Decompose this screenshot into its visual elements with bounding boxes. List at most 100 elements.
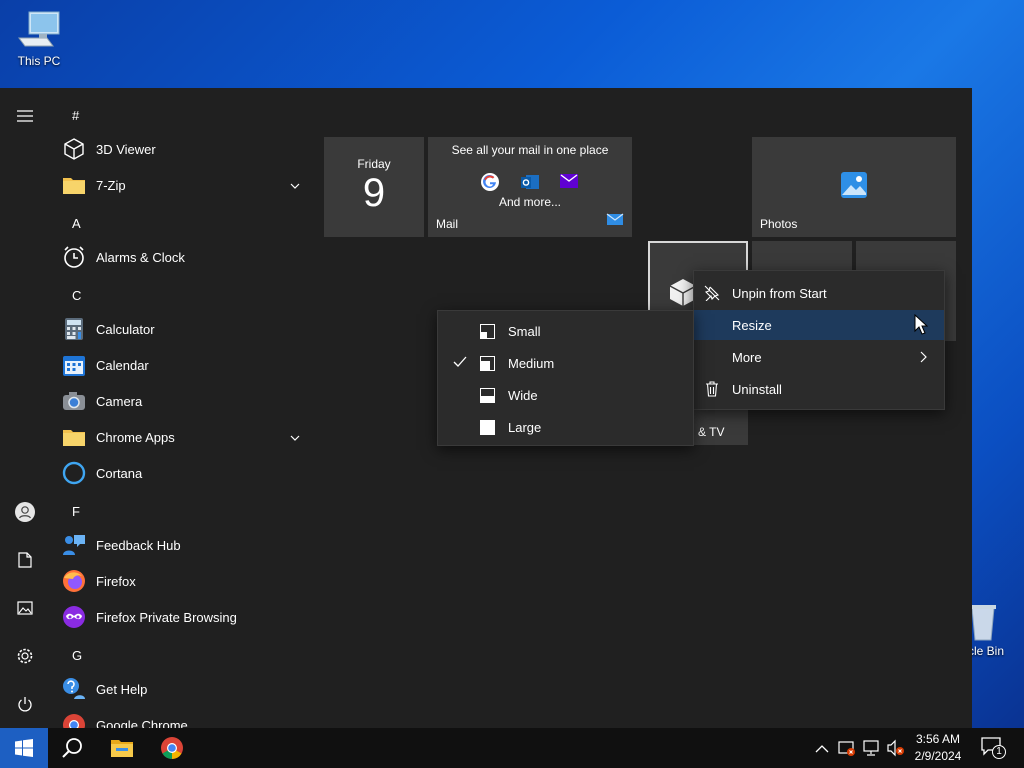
firefox-private-icon	[62, 605, 86, 629]
camera-icon	[62, 389, 86, 413]
submenu-item-medium[interactable]: Medium	[438, 347, 693, 379]
resize-submenu: Small Medium Wide Large	[437, 310, 694, 446]
chrome-icon	[62, 713, 86, 728]
app-label: Camera	[96, 393, 143, 409]
app-label: Cortana	[96, 465, 143, 481]
security-tray-button[interactable]	[838, 739, 856, 762]
trash-icon	[704, 381, 720, 397]
size-wide-icon	[480, 388, 495, 403]
app-label: Chrome Apps	[96, 429, 175, 445]
taskbar-file-explorer[interactable]	[98, 728, 146, 768]
group-header-hash[interactable]: #	[72, 108, 79, 123]
feedback-hub-icon	[62, 533, 86, 557]
app-label: Firefox Private Browsing	[96, 609, 237, 625]
tile-photos[interactable]: Photos	[752, 137, 956, 237]
list-item-7-zip[interactable]: 7-Zip	[62, 167, 308, 203]
taskbar-google-chrome[interactable]	[148, 728, 196, 768]
tile-label: Mail	[436, 217, 459, 231]
list-item-calendar[interactable]: Calendar	[62, 347, 308, 383]
pictures-icon	[17, 601, 33, 615]
menu-label: Unpin from Start	[732, 285, 827, 301]
volume-tray-button[interactable]	[886, 739, 906, 762]
list-item-cortana[interactable]: Cortana	[62, 455, 308, 491]
power-button[interactable]	[0, 680, 50, 728]
list-item-alarms-clock[interactable]: Alarms & Clock	[62, 239, 308, 275]
firefox-icon	[62, 569, 86, 593]
folder-icon	[62, 425, 86, 449]
power-icon	[18, 697, 32, 712]
taskbar-clock[interactable]: 3:56 AM 2/9/2024	[908, 731, 968, 765]
action-center-button[interactable]: 1	[980, 736, 1008, 760]
list-item-chrome-apps[interactable]: Chrome Apps	[62, 419, 308, 455]
outlook-icon	[520, 172, 540, 192]
user-account-button[interactable]	[0, 488, 50, 536]
settings-icon	[17, 648, 33, 664]
pictures-button[interactable]	[0, 584, 50, 632]
submenu-item-small[interactable]: Small	[438, 315, 693, 347]
menu-item-unpin[interactable]: Unpin from Start	[694, 278, 944, 308]
search-button[interactable]	[48, 728, 96, 768]
mail-icon	[606, 212, 624, 231]
submenu-item-wide[interactable]: Wide	[438, 379, 693, 411]
photos-icon	[840, 171, 868, 199]
list-item-get-help[interactable]: Get Help	[62, 671, 308, 707]
menu-item-uninstall[interactable]: Uninstall	[694, 374, 944, 404]
list-item-camera[interactable]: Camera	[62, 383, 308, 419]
unpin-icon	[704, 285, 720, 302]
chevron-right-icon	[920, 351, 928, 366]
show-hidden-icons-button[interactable]	[815, 741, 829, 759]
size-large-icon	[480, 420, 495, 435]
list-item-firefox-private[interactable]: Firefox Private Browsing	[62, 599, 308, 635]
calculator-icon	[62, 317, 86, 341]
start-button[interactable]	[0, 728, 48, 768]
user-icon	[15, 502, 35, 522]
menu-item-more[interactable]: More	[694, 342, 944, 372]
hamburger-menu-button[interactable]	[0, 92, 50, 140]
list-item-google-chrome[interactable]: Google Chrome	[62, 707, 308, 728]
clock-date: 2/9/2024	[914, 749, 962, 763]
app-list: # 3D Viewer 7-Zip A Alarms & Clock C Cal…	[50, 88, 320, 728]
menu-item-resize[interactable]: Resize	[694, 310, 944, 340]
computer-icon	[17, 10, 61, 50]
tile-calendar[interactable]: Friday 9	[324, 137, 424, 237]
cube-icon	[62, 137, 86, 161]
windows-logo-icon	[15, 739, 33, 757]
app-label: Calculator	[96, 321, 155, 337]
submenu-item-large[interactable]: Large	[438, 411, 693, 443]
desktop-icon-label: This PC	[17, 54, 61, 68]
submenu-label: Small	[508, 323, 541, 339]
network-tray-button[interactable]	[862, 739, 880, 762]
get-help-icon	[62, 677, 86, 701]
security-warning-icon	[838, 741, 855, 756]
volume-muted-icon	[887, 739, 904, 757]
file-explorer-icon	[111, 740, 133, 757]
menu-label: Uninstall	[732, 381, 782, 397]
app-label: Firefox	[96, 573, 136, 589]
app-label: Get Help	[96, 681, 148, 697]
list-item-firefox[interactable]: Firefox	[62, 563, 308, 599]
group-header-g[interactable]: G	[72, 648, 82, 663]
group-header-c[interactable]: C	[72, 288, 81, 303]
list-item-feedback-hub[interactable]: Feedback Hub	[62, 527, 308, 563]
tile-mail[interactable]: See all your mail in one place And more.…	[428, 137, 632, 237]
app-label: Feedback Hub	[96, 537, 181, 553]
tile-label: & TV	[698, 425, 725, 439]
desktop-icon-this-pc[interactable]: This PC	[4, 10, 74, 68]
size-medium-icon	[480, 356, 495, 371]
tile-context-menu: Unpin from Start Resize More Uninstall	[693, 270, 945, 410]
tile-label: Photos	[760, 217, 798, 231]
settings-button[interactable]	[0, 632, 50, 680]
group-header-f[interactable]: F	[72, 504, 80, 519]
network-icon	[863, 740, 879, 756]
cortana-icon	[62, 461, 86, 485]
menu-label: Resize	[732, 317, 772, 333]
app-label: Google Chrome	[96, 717, 188, 729]
list-item-3d-viewer[interactable]: 3D Viewer	[62, 131, 308, 167]
calendar-icon	[62, 353, 86, 377]
list-item-calculator[interactable]: Calculator	[62, 311, 308, 347]
app-label: 3D Viewer	[96, 141, 156, 157]
clock-time: 3:56 AM	[915, 732, 961, 746]
group-header-a[interactable]: A	[72, 216, 81, 231]
calendar-date: 9	[362, 171, 386, 215]
documents-button[interactable]	[0, 536, 50, 584]
